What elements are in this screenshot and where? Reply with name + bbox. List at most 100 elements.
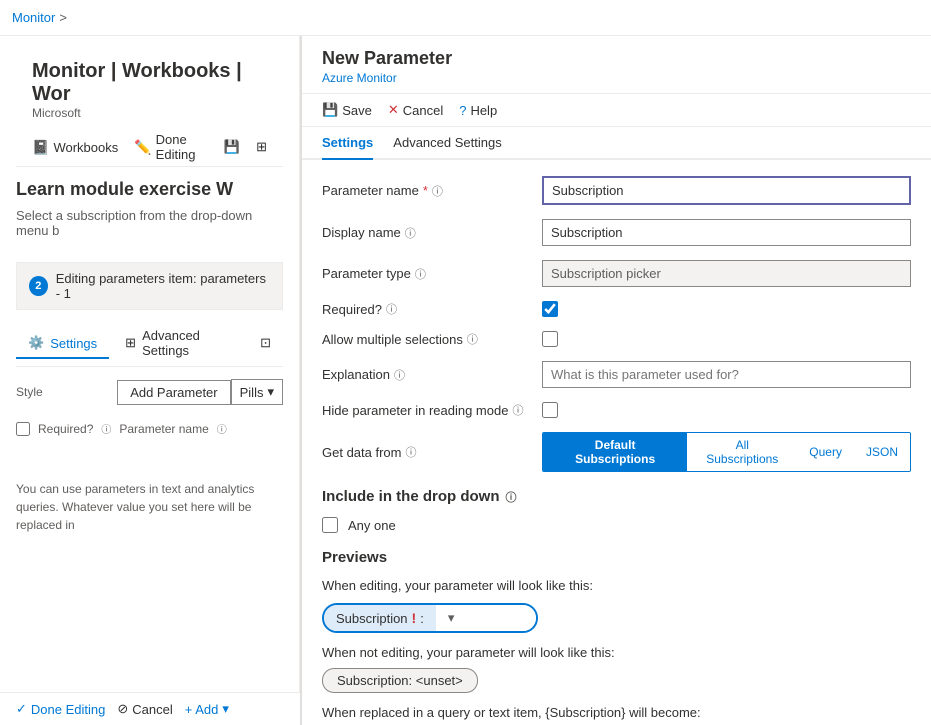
- hide-reading-checkbox[interactable]: [542, 402, 558, 418]
- parameter-name-row: Parameter name * ⓘ: [322, 176, 911, 205]
- tab-settings[interactable]: Settings: [322, 127, 373, 160]
- parameter-type-input[interactable]: [542, 260, 911, 287]
- required-checkbox-wrap: [542, 301, 558, 317]
- left-tab-advanced[interactable]: ⊞ Advanced Settings: [113, 322, 244, 366]
- panel-toolbar: 💾 Save ✕ Cancel ? Help: [302, 94, 931, 127]
- parameter-type-info-icon[interactable]: ⓘ: [415, 266, 426, 282]
- pills-select[interactable]: Pills ▾: [231, 379, 283, 405]
- get-data-row: Get data from ⓘ Default Subscriptions Al…: [322, 432, 911, 472]
- extra-icon: ⊡: [260, 335, 271, 351]
- hide-reading-label: Hide parameter in reading mode ⓘ: [322, 402, 542, 418]
- required-checkbox-header[interactable]: [16, 422, 30, 436]
- left-info-text: You can use parameters in text and analy…: [16, 480, 283, 534]
- workbooks-button[interactable]: 📓 Workbooks: [32, 139, 118, 156]
- required-checkbox[interactable]: [542, 301, 558, 317]
- cancel-x-icon: ✕: [388, 102, 399, 118]
- style-select: Add Parameter Pills ▾: [117, 379, 283, 405]
- editing-text: Editing parameters item: parameters - 1: [56, 271, 270, 301]
- advanced-icon: ⊞: [125, 335, 136, 351]
- top-bar: Monitor >: [0, 0, 931, 36]
- page-desc: Select a subscription from the drop-down…: [16, 208, 283, 238]
- monitor-subtitle: Microsoft: [32, 106, 267, 120]
- footer-done-editing-label: Done Editing: [31, 702, 105, 717]
- allow-multiple-checkbox[interactable]: [542, 331, 558, 347]
- explanation-row: Explanation ⓘ: [322, 361, 911, 388]
- hide-reading-row: Hide parameter in reading mode ⓘ: [322, 402, 911, 418]
- done-editing-button[interactable]: ✏️ Done Editing: [134, 132, 208, 162]
- done-editing-label: Done Editing: [156, 132, 208, 162]
- help-button[interactable]: ? Help: [459, 103, 497, 118]
- parameter-name-label: Parameter name * ⓘ: [322, 183, 542, 199]
- previews-title: Previews: [322, 549, 911, 566]
- save-icon: 💾: [224, 139, 240, 155]
- save-button[interactable]: 💾 Save: [322, 102, 372, 118]
- footer-cancel-button[interactable]: ⊘ Cancel: [117, 701, 172, 717]
- explanation-input[interactable]: [542, 361, 911, 388]
- left-footer: ✓ Done Editing ⊘ Cancel + Add ▾: [0, 692, 300, 725]
- when-not-editing-desc: When not editing, your parameter will lo…: [322, 645, 911, 660]
- left-panel: Monitor | Workbooks | Wor Microsoft 📓 Wo…: [0, 36, 300, 725]
- monitor-title: Monitor | Workbooks | Wor: [32, 60, 267, 106]
- style-row: Style Add Parameter Pills ▾: [16, 379, 283, 405]
- hide-reading-info-icon[interactable]: ⓘ: [512, 402, 523, 418]
- monitor-header: Monitor | Workbooks | Wor Microsoft: [16, 52, 283, 124]
- required-label-field: Required? ⓘ: [322, 301, 542, 317]
- left-tab-settings[interactable]: ⚙️ Settings: [16, 329, 109, 359]
- breadcrumb: Monitor >: [12, 10, 67, 25]
- get-data-default-subscriptions[interactable]: Default Subscriptions: [543, 433, 687, 471]
- cancel-button[interactable]: ✕ Cancel: [388, 102, 443, 118]
- get-data-segmented-control: Default Subscriptions All Subscriptions …: [542, 432, 911, 472]
- done-editing-icon: ✏️: [134, 139, 151, 156]
- hide-reading-checkbox-wrap: [542, 402, 558, 418]
- get-data-json[interactable]: JSON: [854, 433, 910, 471]
- allow-multiple-label: Allow multiple selections ⓘ: [322, 331, 542, 347]
- left-toolbar: 📓 Workbooks ✏️ Done Editing 💾 ⊞: [16, 128, 283, 167]
- display-name-info-icon[interactable]: ⓘ: [405, 225, 416, 241]
- get-data-info-icon[interactable]: ⓘ: [405, 444, 416, 460]
- more-options-button[interactable]: ⊞: [256, 139, 267, 155]
- footer-done-editing-button[interactable]: ✓ Done Editing: [16, 701, 105, 717]
- tab-advanced-settings-label: Advanced Settings: [393, 135, 501, 150]
- tab-advanced-settings[interactable]: Advanced Settings: [393, 127, 501, 160]
- explanation-info-icon[interactable]: ⓘ: [394, 367, 405, 383]
- preview-select-dropdown[interactable]: ▾: [436, 605, 536, 631]
- display-name-label: Display name ⓘ: [322, 225, 542, 241]
- get-data-label: Get data from ⓘ: [322, 444, 542, 460]
- include-dropdown-info-icon[interactable]: ⓘ: [506, 489, 517, 505]
- parameter-name-info-icon[interactable]: ⓘ: [432, 183, 443, 199]
- get-data-all-subscriptions[interactable]: All Subscriptions: [687, 433, 797, 471]
- param-name-label: Parameter name: [119, 422, 208, 436]
- panel-title: New Parameter: [322, 48, 911, 69]
- chevron-down-icon: ▾: [267, 384, 274, 400]
- add-parameter-button[interactable]: Add Parameter: [117, 380, 230, 405]
- footer-add-button[interactable]: + Add ▾: [185, 701, 229, 717]
- save-floppy-icon: 💾: [322, 102, 338, 118]
- left-tab-extra[interactable]: ⊡: [248, 329, 283, 359]
- preview-error-icon: !: [412, 610, 417, 626]
- cancel-label: Cancel: [403, 103, 443, 118]
- breadcrumb-parent[interactable]: Monitor: [12, 10, 55, 25]
- allow-multiple-info-icon[interactable]: ⓘ: [467, 331, 478, 347]
- any-one-checkbox[interactable]: [322, 517, 338, 533]
- more-icon: ⊞: [256, 139, 267, 155]
- check-icon: ✓: [16, 701, 27, 717]
- help-label: Help: [470, 103, 497, 118]
- page-title: Learn module exercise W: [16, 179, 283, 200]
- left-tab-settings-label: Settings: [50, 336, 97, 351]
- panel-subtitle: Azure Monitor: [322, 71, 911, 85]
- get-data-query[interactable]: Query: [797, 433, 854, 471]
- editing-bar: 2 Editing parameters item: parameters - …: [16, 262, 283, 310]
- display-name-input[interactable]: [542, 219, 911, 246]
- parameter-name-input[interactable]: [542, 176, 911, 205]
- footer-add-label: + Add: [185, 702, 219, 717]
- breadcrumb-separator: >: [59, 10, 67, 25]
- preview-label: Subscription ! :: [324, 605, 436, 631]
- required-info-icon: ⓘ: [101, 421, 111, 436]
- left-tab-advanced-label: Advanced Settings: [142, 328, 232, 358]
- required-info-icon[interactable]: ⓘ: [386, 301, 397, 317]
- replaced-desc: When replaced in a query or text item, {…: [322, 705, 911, 720]
- explanation-label: Explanation ⓘ: [322, 367, 542, 383]
- panel-header: New Parameter Azure Monitor: [302, 36, 931, 94]
- chevron-preview-icon: ▾: [448, 610, 455, 626]
- save-icon-button[interactable]: 💾: [224, 139, 240, 155]
